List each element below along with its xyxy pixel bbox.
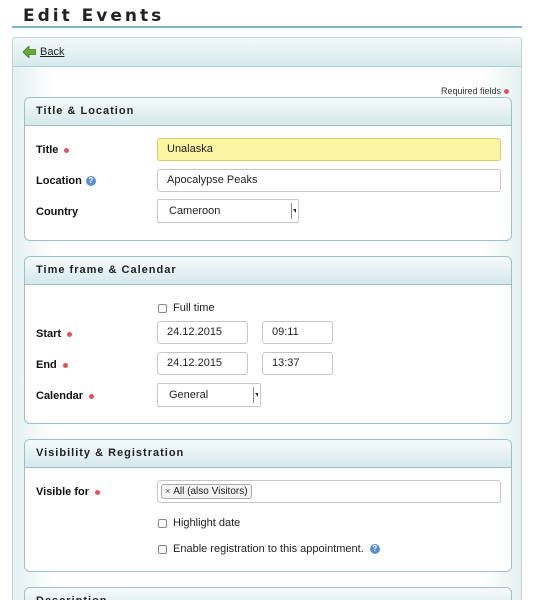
highlight-date-label: Highlight date	[173, 517, 241, 529]
visibility-tag-label: All (also Visitors)	[173, 486, 248, 497]
title-label-text: Title	[36, 144, 59, 156]
page-title: Edit Events	[23, 6, 165, 26]
fieldset-heading: Time frame & Calendar	[25, 257, 511, 285]
required-dot-icon	[62, 362, 68, 368]
fieldset-title-location: Title & Location Title Unalaska Location…	[24, 97, 512, 241]
required-dot-icon	[64, 147, 70, 153]
visibility-tag[interactable]: × All (also Visitors)	[161, 484, 252, 499]
chevron-down-icon	[291, 203, 296, 219]
full-time-label: Full time	[173, 302, 215, 314]
country-select[interactable]: Cameroon	[157, 199, 299, 223]
country-select-value: Cameroon	[169, 205, 221, 217]
highlight-date-checkbox[interactable]	[158, 518, 167, 528]
end-label-text: End	[36, 359, 57, 371]
calendar-label: Calendar	[36, 390, 95, 402]
end-time-input[interactable]: 13:37	[262, 352, 333, 375]
country-label-text: Country	[36, 206, 79, 218]
page-header: Edit Events	[12, 0, 522, 28]
visible-for-label: Visible for	[36, 486, 100, 498]
title-label: Title	[36, 144, 70, 156]
visible-for-tag-input[interactable]: × All (also Visitors)	[157, 480, 501, 503]
remove-tag-icon[interactable]: ×	[165, 485, 170, 498]
location-label: Location ?	[36, 175, 96, 187]
end-date-input[interactable]: 24.12.2015	[157, 352, 248, 375]
required-dot-icon	[89, 393, 95, 399]
title-input[interactable]: Unalaska	[157, 138, 501, 161]
country-label: Country	[36, 206, 78, 218]
required-fields-note: Required fields	[441, 86, 509, 96]
fieldset-heading: Title & Location	[25, 98, 511, 126]
help-icon[interactable]: ?	[85, 176, 96, 186]
full-time-checkbox[interactable]	[158, 303, 167, 313]
start-date-input[interactable]: 24.12.2015	[157, 321, 248, 344]
required-dot-icon	[94, 489, 100, 495]
calendar-select[interactable]: General	[157, 383, 261, 407]
start-time-input[interactable]: 09:11	[262, 321, 333, 344]
calendar-select-value: General	[169, 389, 209, 401]
location-label-text: Location	[36, 175, 82, 187]
registration-checkbox[interactable]	[158, 544, 167, 554]
location-input[interactable]: Apocalypse Peaks	[157, 169, 501, 192]
back-arrow-icon	[23, 46, 36, 58]
fieldset-visibility-registration: Visibility & Registration Visible for × …	[24, 439, 512, 572]
start-label-text: Start	[36, 328, 62, 340]
registration-checkbox-row[interactable]: Enable registration to this appointment.…	[158, 543, 380, 555]
visible-for-label-text: Visible for	[36, 486, 89, 498]
end-label: End	[36, 359, 68, 371]
toolbar: Back	[13, 38, 521, 67]
calendar-label-text: Calendar	[36, 390, 84, 402]
full-time-checkbox-row[interactable]: Full time	[158, 302, 215, 314]
fieldset-description: Description	[24, 587, 512, 600]
start-label: Start	[36, 328, 73, 340]
required-fields-label: Required fields	[440, 86, 501, 96]
help-icon[interactable]: ?	[369, 544, 380, 554]
main-panel: Back Required fields Title & Location Ti…	[12, 37, 522, 600]
fieldset-heading: Description	[25, 588, 511, 600]
highlight-date-checkbox-row[interactable]: Highlight date	[158, 517, 240, 529]
back-label: Back	[40, 46, 65, 58]
registration-label: Enable registration to this appointment.	[173, 543, 364, 555]
fieldset-timeframe-calendar: Time frame & Calendar Full time Start 24…	[24, 256, 512, 424]
required-dot-icon	[67, 331, 73, 337]
chevron-down-icon	[253, 387, 258, 403]
back-link[interactable]: Back	[23, 46, 64, 58]
fieldset-heading: Visibility & Registration	[25, 440, 511, 468]
required-dot-icon	[504, 88, 509, 94]
